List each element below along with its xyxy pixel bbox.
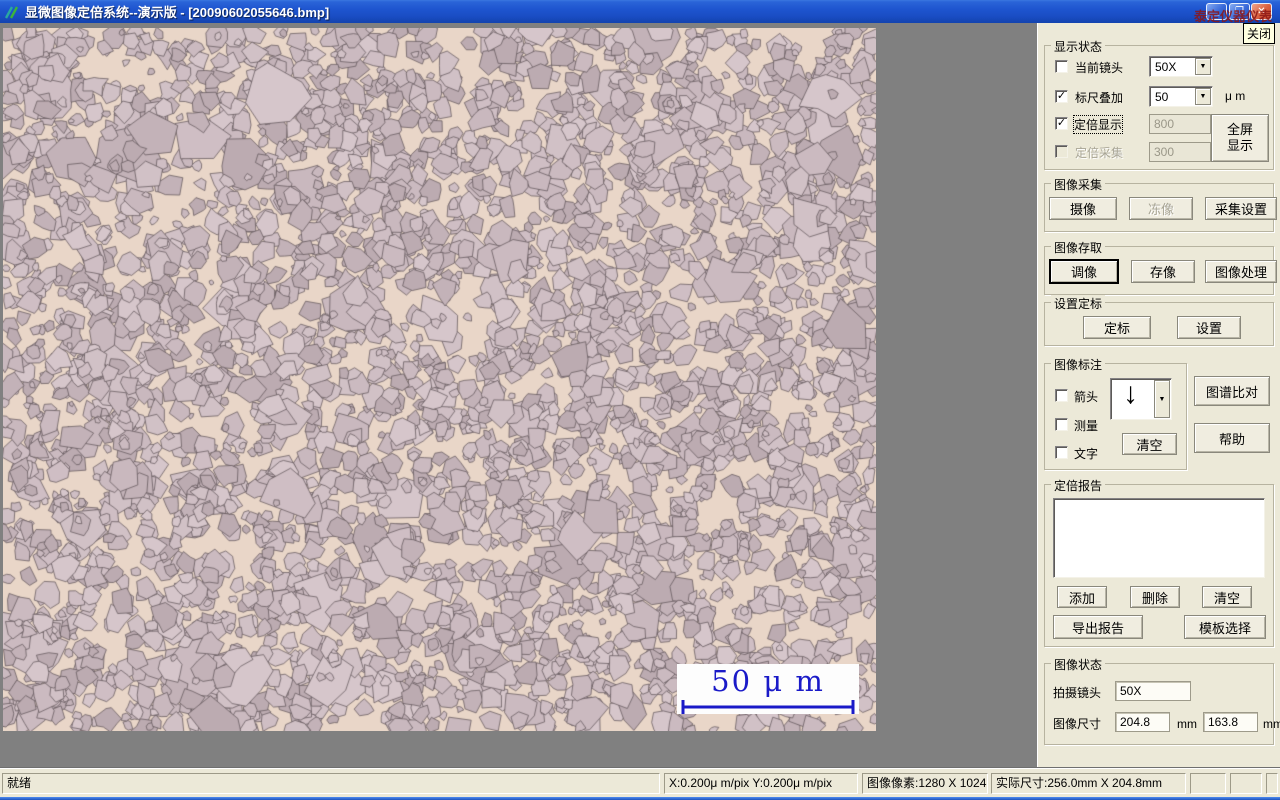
dropdown-arrow-icon[interactable]: ▼ (1195, 58, 1211, 75)
image-width-input[interactable]: 204.8 (1115, 712, 1170, 732)
group-report-title: 定倍报告 (1051, 477, 1106, 494)
freeze-button: 冻像 (1129, 197, 1193, 220)
annotation-arrow-icon: ↓ (1123, 377, 1138, 410)
group-display-status-title: 显示状态 (1051, 38, 1106, 55)
text-label: 文字 (1074, 447, 1099, 461)
capture-button[interactable]: 摄像 (1049, 197, 1117, 220)
group-image-storage-title: 图像存取 (1051, 239, 1106, 256)
group-image-status-title: 图像状态 (1051, 656, 1106, 673)
image-height-unit: mm (1263, 717, 1280, 731)
group-image-storage: 图像存取 调像 存像 图像处理 (1044, 239, 1277, 295)
text-checkbox[interactable] (1055, 446, 1068, 459)
image-size-label: 图像尺寸 (1053, 717, 1102, 731)
status-spare-1 (1190, 773, 1226, 794)
save-image-button[interactable]: 存像 (1131, 260, 1195, 283)
status-bar: 就绪 X:0.200μ m/pix Y:0.200μ m/pix 图像像素:12… (0, 767, 1280, 797)
close-button[interactable]: ✕ (1251, 3, 1272, 20)
title-bar: 显微图像定倍系统--演示版 - [20090602055646.bmp] _ ❐… (0, 0, 1280, 23)
image-process-button[interactable]: 图像处理 (1205, 260, 1277, 283)
group-image-capture-title: 图像采集 (1051, 176, 1106, 193)
restore-button[interactable]: ❐ (1229, 3, 1250, 20)
minimize-button[interactable]: _ (1206, 3, 1227, 20)
image-height-input[interactable]: 163.8 (1203, 712, 1258, 732)
fullscreen-button[interactable]: 全屏 显示 (1211, 114, 1269, 162)
report-delete-button[interactable]: 删除 (1130, 586, 1180, 608)
current-lens-combo[interactable]: 50X ▼ (1149, 56, 1213, 77)
ruler-overlay-combo[interactable]: 50 ▼ (1149, 86, 1213, 107)
scale-bar-line (681, 700, 855, 714)
group-display-status: 显示状态 当前镜头 50X ▼ ✓ 标尺叠加 50 ▼ μ m ✓ 定倍显示 8… (1044, 38, 1274, 170)
measure-label: 测量 (1074, 419, 1099, 433)
image-viewport: 50 μ m (3, 28, 876, 731)
load-image-button[interactable]: 调像 (1049, 259, 1119, 284)
group-annotation-title: 图像标注 (1051, 356, 1106, 373)
app-window: 显微图像定倍系统--演示版 - [20090602055646.bmp] _ ❐… (0, 0, 1280, 800)
help-button[interactable]: 帮助 (1194, 423, 1270, 453)
app-icon (4, 5, 19, 19)
dropdown-arrow-icon[interactable]: ▼ (1195, 88, 1211, 105)
group-annotation: 图像标注 箭头 测量 文字 ↓ ▼ 清空 (1044, 356, 1187, 470)
fixed-capture-label: 定倍采集 (1075, 146, 1124, 160)
current-lens-label: 当前镜头 (1075, 61, 1124, 75)
arrow-checkbox[interactable] (1055, 389, 1068, 402)
report-clear-button[interactable]: 清空 (1202, 586, 1252, 608)
status-ready: 就绪 (2, 773, 660, 794)
measure-checkbox[interactable] (1055, 418, 1068, 431)
current-lens-checkbox[interactable] (1055, 60, 1068, 73)
status-pixel-scale: X:0.200μ m/pix Y:0.200μ m/pix (664, 773, 858, 794)
dropdown-arrow-icon[interactable]: ▼ (1154, 380, 1170, 418)
scale-bar-label: 50 μ m (711, 664, 825, 698)
fixed-display-input: 800 (1149, 114, 1211, 134)
export-report-button[interactable]: 导出报告 (1053, 615, 1143, 639)
fixed-capture-checkbox (1055, 145, 1068, 158)
lens-value-input[interactable]: 50X (1115, 681, 1191, 701)
ruler-overlay-checkbox[interactable]: ✓ (1055, 90, 1068, 103)
ruler-overlay-label: 标尺叠加 (1075, 91, 1124, 105)
capture-settings-button[interactable]: 采集设置 (1205, 197, 1277, 220)
group-calibration-title: 设置定标 (1051, 295, 1106, 312)
status-spare-3 (1266, 773, 1278, 794)
minimize-icon: _ (1213, 6, 1220, 17)
fixed-capture-input: 300 (1149, 142, 1211, 162)
window-title: 显微图像定倍系统--演示版 - [20090602055646.bmp] (25, 5, 330, 20)
close-icon: ✕ (1257, 6, 1266, 17)
check-icon: ✓ (1056, 90, 1067, 102)
arrow-label: 箭头 (1074, 390, 1099, 404)
report-listbox[interactable] (1053, 498, 1265, 578)
status-spare-2 (1230, 773, 1262, 794)
template-select-button[interactable]: 模板选择 (1184, 615, 1266, 639)
image-width-unit: mm (1177, 717, 1197, 731)
micrograph-image (3, 28, 876, 731)
fixed-display-checkbox[interactable]: ✓ (1055, 117, 1068, 130)
scale-bar-overlay: 50 μ m (677, 664, 859, 714)
group-report: 定倍报告 添加 删除 清空 导出报告 模板选择 (1044, 477, 1274, 647)
restore-icon: ❐ (1235, 6, 1244, 17)
clear-annotation-button[interactable]: 清空 (1122, 433, 1177, 455)
ruler-unit-label: μ m (1225, 89, 1246, 103)
check-icon: ✓ (1056, 117, 1067, 129)
close-tooltip: 关闭 (1243, 23, 1276, 44)
fixed-display-label: 定倍显示 (1072, 115, 1124, 134)
calibrate-button[interactable]: 定标 (1083, 316, 1151, 339)
settings-button[interactable]: 设置 (1177, 316, 1241, 339)
group-image-status: 图像状态 拍摄镜头 50X 图像尺寸 204.8 mm 163.8 mm (1044, 656, 1280, 745)
atlas-compare-button[interactable]: 图谱比对 (1194, 376, 1270, 406)
lens-label: 拍摄镜头 (1053, 686, 1102, 700)
group-image-capture: 图像采集 摄像 冻像 采集设置 (1044, 176, 1277, 232)
control-panel: 显示状态 当前镜头 50X ▼ ✓ 标尺叠加 50 ▼ μ m ✓ 定倍显示 8… (1037, 23, 1280, 767)
group-calibration: 设置定标 定标 设置 (1044, 295, 1274, 346)
status-image-pixels: 图像像素:1280 X 1024 (862, 773, 988, 794)
arrow-style-combo[interactable]: ↓ ▼ (1110, 377, 1172, 420)
report-add-button[interactable]: 添加 (1057, 586, 1107, 608)
status-actual-size: 实际尺寸:256.0mm X 204.8mm (991, 773, 1186, 794)
